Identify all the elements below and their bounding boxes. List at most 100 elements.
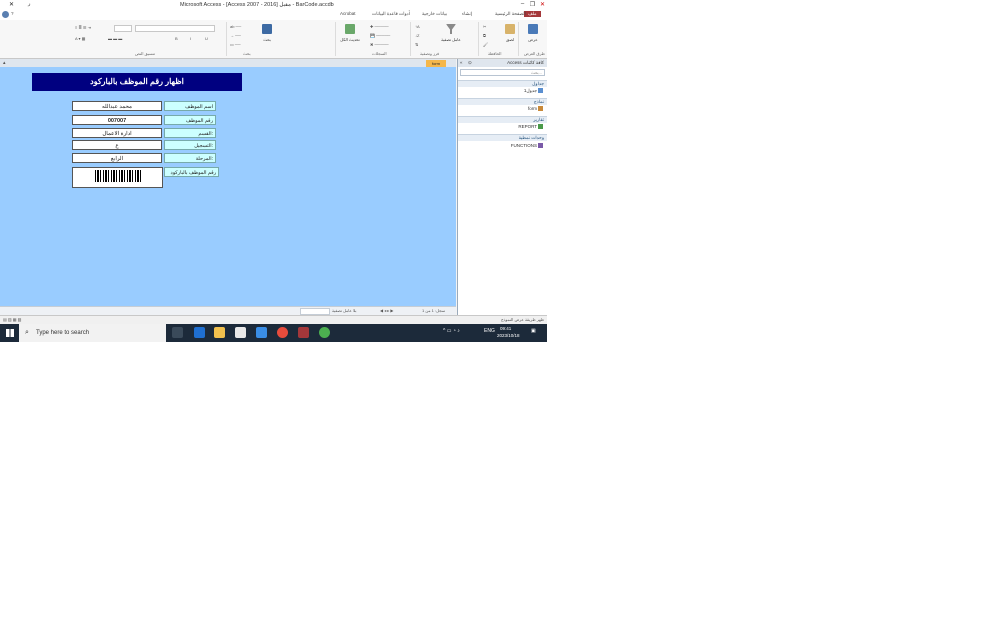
nav-item-table1[interactable]: جدول1: [458, 87, 547, 94]
employee-number-field[interactable]: 007007: [72, 115, 162, 125]
minimize-button[interactable]: –: [518, 1, 527, 9]
nav-section-forms[interactable]: نماذج: [458, 98, 547, 105]
registration-field[interactable]: ع: [72, 140, 162, 150]
collapse-pane-icon[interactable]: «: [460, 60, 463, 65]
record-nav-buttons[interactable]: ◀ ◂ ▸ ▶: [380, 308, 394, 313]
paste-button-label[interactable]: لصق: [499, 37, 521, 42]
app-icon[interactable]: [319, 327, 330, 338]
font-name-select[interactable]: [135, 25, 215, 32]
clock-date[interactable]: 2023/10/18: [497, 333, 520, 338]
close-button[interactable]: ✕: [538, 1, 547, 9]
underline-icon[interactable]: U: [205, 36, 208, 41]
group-text-format-label: تنسيق النص: [135, 51, 155, 56]
tab-database-tools[interactable]: أدوات قاعدة البيانات: [372, 11, 410, 17]
nav-item-form[interactable]: form: [458, 105, 547, 112]
record-search-input[interactable]: [300, 308, 330, 315]
tray-icons[interactable]: ^ ▭ ◔ ♪: [443, 328, 460, 334]
nav-pane-header[interactable]: « ⊙ Access كافة كائنات: [458, 59, 547, 67]
list-format-icons[interactable]: ≡ ≣ ☰ ⇥: [75, 25, 91, 30]
binoculars-icon[interactable]: [262, 24, 272, 34]
window-title: Microsoft Access - [Access 2007 - 2016] …: [180, 2, 334, 8]
employee-name-field[interactable]: محمد عبدالله: [72, 101, 162, 111]
align-icons[interactable]: ▬ ▬ ▬: [108, 36, 122, 41]
form-document-tab[interactable]: form: [426, 60, 446, 67]
sort-descending-icon[interactable]: ↓Z: [415, 33, 419, 38]
access-icon[interactable]: [298, 327, 309, 338]
nav-section-tables[interactable]: جداول: [458, 80, 547, 87]
cut-icon[interactable]: ✂: [483, 24, 486, 29]
nav-section-modules[interactable]: وحدات نمطية: [458, 134, 547, 141]
save-record-icon[interactable]: 💾 ─────: [370, 33, 390, 38]
tab-external-data[interactable]: بيانات خارجية: [422, 11, 447, 17]
nav-section-reports[interactable]: تقارير: [458, 116, 547, 123]
view-button-label[interactable]: عرض: [522, 37, 544, 42]
bold-icon[interactable]: B: [175, 36, 178, 41]
tab-create[interactable]: إنشاء: [462, 11, 472, 17]
module-icon: [538, 143, 543, 148]
language-indicator[interactable]: ENG: [484, 328, 495, 334]
remove-sort-icon[interactable]: ⇅: [415, 42, 418, 47]
restore-button[interactable]: ❐: [528, 1, 537, 9]
file-explorer-icon[interactable]: [214, 327, 225, 338]
tab-file[interactable]: ملف: [524, 11, 541, 17]
view-icon[interactable]: [528, 24, 538, 34]
windows-start-icon[interactable]: [6, 329, 14, 337]
taskbar-search-input[interactable]: Type here to search: [19, 324, 166, 342]
filter-button-label[interactable]: عامل تصفية: [440, 37, 462, 42]
report-icon: [538, 124, 543, 129]
edge-icon[interactable]: [194, 327, 205, 338]
close-form-icon[interactable]: ▴: [3, 60, 6, 66]
refresh-button-label[interactable]: تحديث الكل: [339, 37, 361, 42]
copy-icon[interactable]: ⧉: [483, 33, 486, 38]
nav-item-report[interactable]: REPORT: [458, 123, 547, 130]
barcode-image: [95, 170, 141, 182]
nav-search-input[interactable]: بحث...: [460, 69, 545, 76]
title-bar: ✕ ﺭ Microsoft Access - [Access 2007 - 20…: [0, 0, 547, 10]
format-painter-icon[interactable]: 🖌: [483, 42, 488, 47]
close-document-icon[interactable]: ✕: [9, 1, 14, 8]
view-switcher-icons[interactable]: ▤ ▥ ▦ ▧: [3, 317, 21, 322]
italic-icon[interactable]: I: [190, 36, 191, 41]
department-field[interactable]: ادارة الاعمال: [72, 128, 162, 138]
find-button-label[interactable]: بحث: [256, 37, 278, 42]
refresh-all-icon[interactable]: [345, 24, 355, 34]
ribbon-separator: [478, 22, 479, 56]
screen: ✕ ﺭ Microsoft Access - [Access 2007 - 20…: [0, 0, 547, 342]
new-record-icon[interactable]: ✚ ─────: [370, 24, 389, 29]
no-filter-indicator[interactable]: بلا عامل تصفية: [332, 308, 356, 313]
table-icon: [538, 88, 543, 93]
tab-home[interactable]: الصفحة الرئيسية: [495, 11, 526, 17]
group-records-label: السجلات: [372, 51, 387, 56]
help-label[interactable]: ?: [11, 11, 14, 16]
help-icon[interactable]: [2, 11, 9, 18]
paste-icon[interactable]: [505, 24, 515, 34]
group-sort-filter-label: فرز وتصفية: [420, 51, 440, 56]
department-label: القسم:: [164, 128, 216, 138]
color-icons[interactable]: A ▾ ▦: [75, 36, 85, 41]
sort-ascending-icon[interactable]: ↑A: [415, 24, 420, 29]
nav-pane-title: Access كافة كائنات: [507, 60, 544, 65]
select-icon[interactable]: ▭ ──: [230, 42, 241, 47]
store-icon[interactable]: [235, 327, 246, 338]
filter-icon[interactable]: [446, 24, 456, 34]
form-canvas: [0, 67, 456, 306]
barcode-label: رقم الموظف بالباركود: [164, 167, 219, 177]
nav-item-functions[interactable]: FUNCTIONS: [458, 142, 547, 149]
stage-field[interactable]: الرابع: [72, 153, 162, 163]
notifications-icon[interactable]: ▣: [531, 328, 536, 334]
record-navigation-bar: بلا عامل تصفية ◀ ◂ ▸ ▶ سجل: 1 من 1: [0, 306, 456, 315]
record-counter: سجل: 1 من 1: [422, 308, 446, 313]
goto-icon[interactable]: → ──: [230, 33, 241, 38]
mail-icon[interactable]: [256, 327, 267, 338]
group-find-label: بحث: [243, 51, 251, 56]
clock-time[interactable]: 09:41: [500, 326, 511, 331]
task-view-icon[interactable]: [172, 327, 183, 338]
delete-record-icon[interactable]: ✖ ─────: [370, 42, 389, 47]
replace-icon[interactable]: ab ──: [230, 24, 241, 29]
document-restore-icon[interactable]: ﺭ: [28, 1, 30, 7]
tab-acrobat[interactable]: Acrobat: [340, 11, 356, 16]
chrome-icon[interactable]: [277, 327, 288, 338]
pane-menu-icon[interactable]: ⊙: [468, 60, 472, 66]
font-size-select[interactable]: [114, 25, 132, 32]
ribbon-separator: [226, 22, 227, 56]
